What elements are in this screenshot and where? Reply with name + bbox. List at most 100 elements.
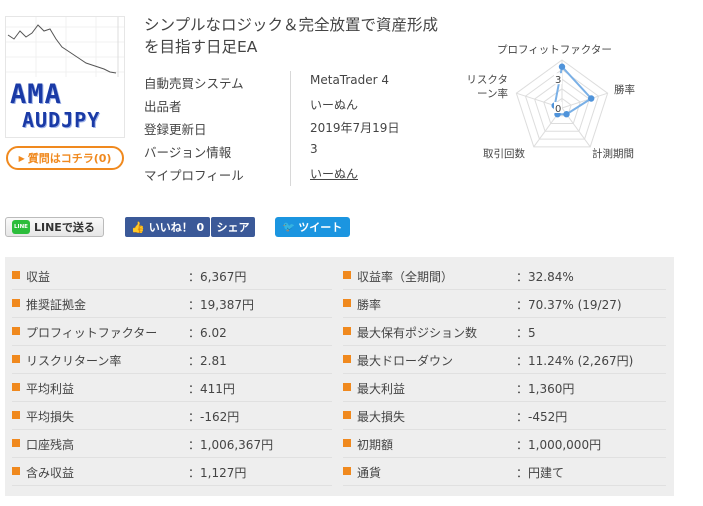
radar-label-trade-count: 取引回数 bbox=[483, 148, 525, 160]
bullet-icon bbox=[12, 411, 20, 419]
bullet-icon bbox=[343, 467, 351, 475]
stat-label: 平均損失 bbox=[26, 410, 75, 424]
line-share-button[interactable]: LINE LINEで送る bbox=[5, 217, 104, 237]
bullet-icon bbox=[12, 327, 20, 335]
radar-point bbox=[563, 111, 570, 118]
stat-row: 最大保有ポジション数 ：5 bbox=[343, 318, 666, 346]
stat-label: 通貨 bbox=[357, 466, 382, 480]
stat-row: 平均利益 ：411円 bbox=[12, 374, 332, 402]
info-divider bbox=[290, 71, 291, 94]
stat-value: ：2.81 bbox=[188, 354, 227, 368]
tweet-label: ツイート bbox=[298, 221, 343, 234]
question-button[interactable]: ▶ 質問はコチラ(0) bbox=[6, 146, 124, 170]
facebook-like-button[interactable]: 👍 いいね！ 0 bbox=[125, 217, 210, 237]
stats-column-right: 収益率（全期間） ：32.84% 勝率 ：70.37% (19/27) 最大保有ポジショ… bbox=[343, 262, 666, 486]
bullet-icon bbox=[12, 383, 20, 391]
info-key: 登録更新日 bbox=[144, 122, 207, 137]
profile-link[interactable]: いーぬん bbox=[310, 165, 358, 182]
stat-value: ：19,387円 bbox=[188, 298, 254, 312]
radar-point bbox=[558, 63, 566, 70]
info-divider bbox=[290, 117, 291, 140]
bullet-icon bbox=[12, 299, 20, 307]
bullet-icon bbox=[343, 271, 351, 279]
stat-label: 平均利益 bbox=[26, 382, 75, 396]
stat-label: 口座残高 bbox=[26, 438, 75, 452]
product-thumbnail[interactable]: AMA AUDJPY bbox=[5, 16, 125, 138]
stat-label: 勝率 bbox=[357, 298, 382, 312]
stat-label: 最大保有ポジション数 bbox=[357, 326, 478, 340]
stats-panel: 収益 ：6,367円 推奨証拠金 ：19,387円 プロフィットファクター ：6.02 リス… bbox=[5, 257, 674, 496]
radar-label-period: 計測期間 bbox=[592, 148, 634, 160]
stat-label: 初期額 bbox=[357, 438, 394, 452]
facebook-share-label: シェア bbox=[216, 221, 250, 234]
bullet-icon bbox=[343, 439, 351, 447]
stat-value: ：6.02 bbox=[188, 326, 227, 340]
facebook-like-label: いいね！ 0 bbox=[148, 221, 205, 234]
bullet-icon bbox=[343, 327, 351, 335]
bullet-icon bbox=[343, 355, 351, 363]
radar-label-profit-factor: プロフィットファクター bbox=[497, 44, 612, 56]
stat-row: 通貨 ：円建て bbox=[343, 458, 666, 486]
stat-label: 推奨証拠金 bbox=[26, 298, 87, 312]
line-share-label: LINEで送る bbox=[34, 221, 95, 234]
stat-label: 収益 bbox=[26, 270, 51, 284]
stat-value: ：-162円 bbox=[188, 410, 240, 424]
stat-value: ：-452円 bbox=[516, 410, 568, 424]
bullet-icon bbox=[343, 411, 351, 419]
stat-value: ：411円 bbox=[188, 382, 235, 396]
thumbnail-title: AMA bbox=[10, 79, 62, 110]
stat-value: ：11.24% (2,267円) bbox=[516, 354, 634, 368]
info-row: 出品者 いーぬん bbox=[144, 94, 459, 117]
info-row: 登録更新日 2019年7月19日 bbox=[144, 117, 459, 140]
radar-tick-label: 0 bbox=[555, 104, 561, 115]
stat-value: ：1,000,000円 bbox=[516, 438, 602, 452]
radar-chart: 0 3 プロフィットファクター 勝率 計測期間 取引回数 リスクターン率 bbox=[452, 36, 667, 166]
info-value: 2019年7月19日 bbox=[310, 121, 400, 135]
stat-row: プロフィットファクター ：6.02 bbox=[12, 318, 332, 346]
stat-value: ：1,006,367円 bbox=[188, 438, 274, 452]
product-title: シンプルなロジック＆完全放置で資産形成を目指す日足EA bbox=[144, 16, 439, 56]
info-table: 自動売買システム MetaTrader 4 出品者 いーぬん 登録更新日 2019年7月1… bbox=[144, 71, 459, 186]
stat-value: ：1,360円 bbox=[516, 382, 575, 396]
stat-row: 最大利益 ：1,360円 bbox=[343, 374, 666, 402]
question-button-label: 質問はコチラ(0) bbox=[27, 152, 112, 165]
info-key: バージョン情報 bbox=[144, 145, 232, 160]
stat-label: リスクリターン率 bbox=[26, 354, 122, 368]
facebook-share-button[interactable]: シェア bbox=[211, 217, 255, 237]
stat-value: ：1,127円 bbox=[188, 466, 247, 480]
info-value: いーぬん bbox=[310, 98, 359, 112]
info-row: マイプロフィール いーぬん bbox=[144, 163, 459, 186]
bullet-icon bbox=[12, 355, 20, 363]
info-key: 出品者 bbox=[144, 99, 182, 114]
stat-row: 最大ドローダウン ：11.24% (2,267円) bbox=[343, 346, 666, 374]
bullet-icon bbox=[343, 383, 351, 391]
tweet-button[interactable]: 🐦 ツイート bbox=[275, 217, 350, 237]
thumbs-up-icon: 👍 bbox=[131, 220, 145, 234]
stat-label: 最大利益 bbox=[357, 382, 406, 396]
stat-row: 最大損失 ：-452円 bbox=[343, 402, 666, 430]
info-divider bbox=[290, 163, 291, 186]
stat-value: ：円建て bbox=[516, 466, 565, 480]
stat-value: ：32.84% bbox=[516, 270, 574, 284]
stat-row: 推奨証拠金 ：19,387円 bbox=[12, 290, 332, 318]
info-row: バージョン情報 3 bbox=[144, 140, 459, 163]
stat-label: 最大ドローダウン bbox=[357, 354, 454, 368]
stat-value: ：5 bbox=[516, 326, 536, 340]
stat-row: リスクリターン率 ：2.81 bbox=[12, 346, 332, 374]
stat-value: ：6,367円 bbox=[188, 270, 247, 284]
stat-row: 口座残高 ：1,006,367円 bbox=[12, 430, 332, 458]
stat-row: 含み収益 ：1,127円 bbox=[12, 458, 332, 486]
info-value: 3 bbox=[310, 142, 318, 156]
stat-label: 収益率（全期間） bbox=[357, 270, 454, 284]
stat-label: 含み収益 bbox=[26, 466, 75, 480]
stat-label: 最大損失 bbox=[357, 410, 406, 424]
bullet-icon bbox=[12, 439, 20, 447]
stat-row: 収益 ：6,367円 bbox=[12, 262, 332, 290]
bullet-icon bbox=[12, 467, 20, 475]
stat-row: 初期額 ：1,000,000円 bbox=[343, 430, 666, 458]
stat-value: ：70.37% (19/27) bbox=[516, 298, 622, 312]
radar-tick-label: 3 bbox=[555, 75, 561, 86]
info-value: MetaTrader 4 bbox=[310, 73, 390, 87]
twitter-bird-icon: 🐦 bbox=[282, 221, 296, 233]
radar-label-risk-return: リスクターン率 bbox=[466, 74, 508, 100]
